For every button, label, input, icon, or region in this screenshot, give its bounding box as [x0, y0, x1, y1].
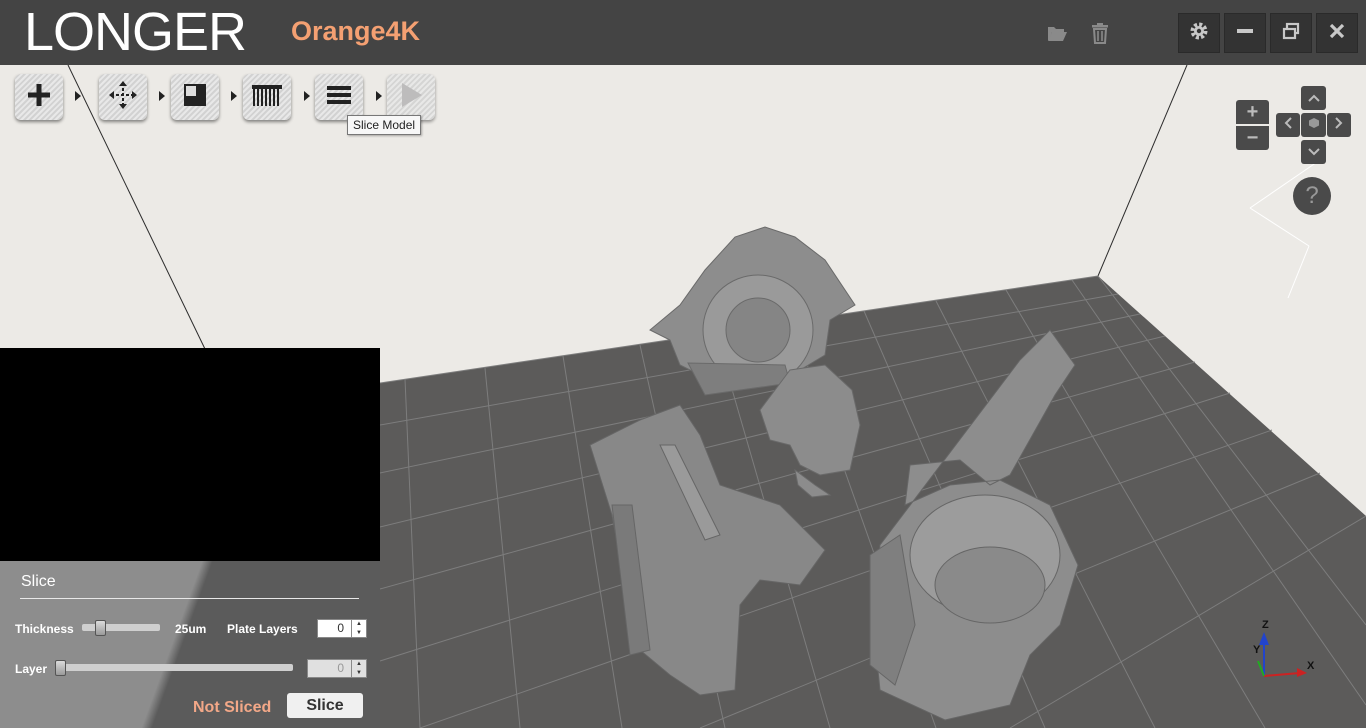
close-button[interactable]: [1316, 13, 1358, 53]
layer-slider[interactable]: [55, 660, 293, 676]
view-home-button[interactable]: [1301, 113, 1326, 137]
add-model-button[interactable]: [15, 74, 63, 120]
menu-icon: [326, 84, 352, 111]
slice-preview: [0, 348, 380, 561]
layers-button[interactable]: [243, 74, 291, 120]
slice-model-button[interactable]: [315, 74, 363, 120]
title-bar: LONGER Orange4K: [0, 0, 1366, 65]
step-arrow: [376, 91, 382, 101]
view-left-button[interactable]: [1276, 113, 1300, 137]
support-icon: [182, 82, 208, 113]
layers-icon: [251, 83, 283, 112]
close-icon: [1328, 22, 1346, 45]
slice-panel: Slice Thickness 25um Plate Layers 0 ▲ ▼ L…: [0, 561, 380, 728]
chevron-up-icon: [1307, 89, 1320, 107]
step-arrow: [159, 91, 165, 101]
plate-layers-stepper[interactable]: ▲ ▼: [351, 620, 366, 637]
slice-panel-title: Slice: [21, 573, 56, 590]
help-button[interactable]: ?: [1293, 177, 1331, 215]
view-up-button[interactable]: [1301, 86, 1326, 110]
cube-icon: [1308, 116, 1320, 134]
layer-slider-thumb[interactable]: [55, 660, 66, 676]
slice-button[interactable]: Slice: [287, 693, 363, 718]
chevron-down-icon: [1307, 143, 1320, 161]
divider: [20, 598, 359, 599]
view-right-button[interactable]: [1327, 113, 1351, 137]
support-button[interactable]: [171, 74, 219, 120]
restore-button[interactable]: [1270, 13, 1312, 53]
thickness-value: 25um: [175, 622, 207, 636]
thickness-slider[interactable]: [82, 620, 160, 636]
minimize-button[interactable]: [1224, 13, 1266, 53]
axis-label-y: Y: [1253, 644, 1261, 656]
add-icon: [26, 82, 52, 113]
chevron-right-icon: [1335, 116, 1343, 134]
step-arrow: [304, 91, 310, 101]
thickness-label: Thickness: [15, 622, 74, 636]
slice-status: Not Sliced: [193, 699, 272, 716]
play-icon: [398, 81, 424, 114]
3d-viewport[interactable]: Z Y X Slice Model + − ? Slice Thickness …: [0, 65, 1366, 728]
tooltip: Slice Model: [347, 115, 422, 135]
axis-label-z: Z: [1262, 619, 1269, 631]
step-arrow: [75, 91, 81, 101]
thickness-slider-thumb[interactable]: [95, 620, 106, 636]
axis-label-x: X: [1307, 660, 1315, 672]
trash-icon[interactable]: [1089, 22, 1111, 44]
app-logo: LONGER: [24, 2, 247, 62]
question-icon: ?: [1305, 182, 1319, 209]
print-button[interactable]: [387, 74, 435, 120]
minimize-icon: [1235, 21, 1255, 46]
step-arrow: [231, 91, 237, 101]
plate-layers-input[interactable]: 0 ▲ ▼: [317, 619, 367, 638]
layer-value: 0: [337, 661, 344, 675]
zoom-out-button[interactable]: −: [1236, 126, 1269, 150]
chevron-left-icon: [1284, 116, 1292, 134]
move-icon: [108, 80, 138, 115]
layer-label: Layer: [15, 662, 48, 676]
layer-stepper[interactable]: ▲ ▼: [351, 660, 366, 677]
folder-open-icon[interactable]: [1046, 22, 1068, 44]
printer-model-label: Orange4K: [291, 16, 421, 46]
plate-layers-value: 0: [337, 621, 344, 635]
plate-layers-label: Plate Layers: [227, 622, 298, 636]
plus-icon: +: [1246, 100, 1259, 123]
volume-edge-right: [1097, 65, 1188, 277]
view-down-button[interactable]: [1301, 140, 1326, 164]
zoom-in-button[interactable]: +: [1236, 100, 1269, 124]
minus-icon: −: [1246, 126, 1259, 149]
restore-icon: [1281, 21, 1301, 46]
gear-icon: [1188, 20, 1210, 47]
layer-input[interactable]: 0 ▲ ▼: [307, 659, 367, 678]
move-model-button[interactable]: [99, 74, 147, 120]
settings-button[interactable]: [1178, 13, 1220, 53]
